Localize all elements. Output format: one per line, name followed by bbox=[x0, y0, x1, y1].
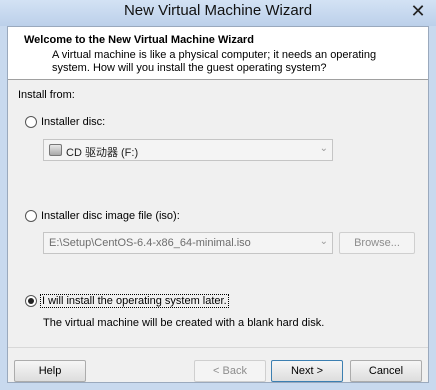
wizard-header: Welcome to the New Virtual Machine Wizar… bbox=[8, 27, 428, 80]
footer-divider bbox=[8, 347, 428, 348]
radio-installer-disc[interactable]: Installer disc: bbox=[25, 116, 105, 128]
header-description: A virtual machine is like a physical com… bbox=[52, 49, 377, 74]
iso-path-select[interactable]: E:\Setup\CentOS-6.4-x86_64-minimal.iso ⌄ bbox=[43, 232, 333, 254]
radio-label: I will install the operating system late… bbox=[40, 294, 229, 308]
window-title: New Virtual Machine Wizard bbox=[123, 2, 313, 19]
wizard-dialog: Welcome to the New Virtual Machine Wizar… bbox=[7, 26, 429, 383]
disc-drive-value: CD 驱动器 (F:) bbox=[66, 147, 139, 159]
close-icon[interactable]: ✕ bbox=[408, 1, 428, 21]
cancel-button[interactable]: Cancel bbox=[350, 360, 422, 382]
radio-label: Installer disc: bbox=[41, 116, 106, 128]
next-button[interactable]: Next > bbox=[271, 360, 343, 382]
disc-drive-icon bbox=[49, 144, 62, 156]
browse-button[interactable]: Browse... bbox=[339, 232, 415, 254]
header-title: Welcome to the New Virtual Machine Wizar… bbox=[24, 34, 254, 46]
chevron-down-icon[interactable]: ⌄ bbox=[320, 236, 328, 247]
title-bar: New Virtual Machine Wizard ✕ bbox=[0, 0, 436, 26]
radio-install-later[interactable]: I will install the operating system late… bbox=[25, 294, 229, 308]
help-button[interactable]: Help bbox=[14, 360, 86, 382]
install-from-label: Install from: bbox=[18, 89, 75, 101]
radio-iso-image[interactable]: Installer disc image file (iso): bbox=[25, 210, 180, 222]
back-button[interactable]: < Back bbox=[194, 360, 266, 382]
radio-circle[interactable] bbox=[25, 210, 37, 222]
radio-circle[interactable] bbox=[25, 116, 37, 128]
iso-path-value: E:\Setup\CentOS-6.4-x86_64-minimal.iso bbox=[49, 237, 251, 249]
disc-drive-select[interactable]: CD 驱动器 (F:) ⌄ bbox=[43, 139, 333, 161]
chevron-down-icon[interactable]: ⌄ bbox=[320, 143, 328, 154]
radio-circle[interactable] bbox=[25, 295, 37, 307]
radio-label: Installer disc image file (iso): bbox=[41, 210, 180, 222]
install-later-description: The virtual machine will be created with… bbox=[43, 317, 325, 329]
